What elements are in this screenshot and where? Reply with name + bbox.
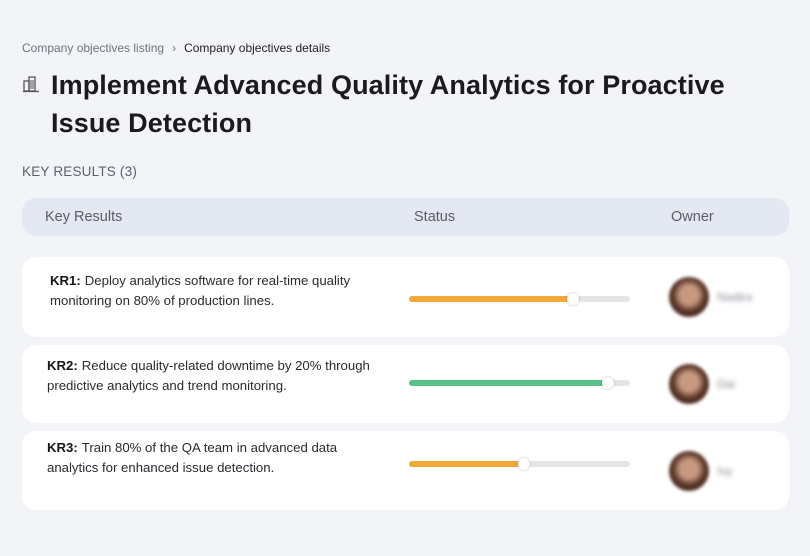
key-result-row-3[interactable]: KR3: Train 80% of the QA team in advanced… — [22, 431, 789, 510]
breadcrumb-separator: › — [172, 41, 177, 55]
key-result-text: Reduce quality-related downtime by 20% t… — [47, 358, 370, 393]
progress-fill — [409, 461, 524, 467]
progress-bar — [409, 458, 630, 470]
owner[interactable]: Nadira — [669, 277, 752, 317]
owner[interactable]: Dai — [669, 364, 735, 404]
column-header-key-results: Key Results — [45, 209, 123, 225]
progress-fill — [409, 296, 573, 302]
key-results-count-label: KEY RESULTS (3) — [22, 164, 138, 179]
progress-bar — [409, 377, 630, 389]
column-header-owner: Owner — [671, 209, 714, 225]
progress-knob — [601, 377, 614, 389]
owner-name: Nadira — [717, 290, 753, 304]
breadcrumb: Company objectives listing › Company obj… — [22, 41, 330, 55]
key-result-code: KR1: — [50, 273, 81, 288]
progress-knob — [566, 293, 579, 305]
avatar — [669, 364, 709, 404]
owner-name: Dai — [717, 377, 736, 391]
progress-bar — [409, 293, 630, 305]
key-result-text: Train 80% of the QA team in advanced dat… — [47, 440, 338, 475]
page-title: Implement Advanced Quality Analytics for… — [51, 70, 725, 138]
avatar — [669, 451, 709, 491]
progress-fill — [409, 380, 608, 386]
progress-knob — [517, 458, 530, 470]
key-results-table-header: Key Results Status Owner — [22, 198, 789, 236]
avatar — [669, 277, 709, 317]
key-result-description: KR3: Train 80% of the QA team in advanced… — [47, 438, 377, 478]
key-result-row-2[interactable]: KR2: Reduce quality-related downtime by 2… — [22, 345, 789, 423]
breadcrumb-current: Company objectives details — [184, 41, 331, 55]
key-result-code: KR2: — [47, 358, 78, 373]
key-result-description: KR2: Reduce quality-related downtime by 2… — [47, 356, 377, 396]
owner-name: Ivy — [717, 464, 733, 478]
key-result-code: KR3: — [47, 440, 78, 455]
building-icon — [22, 75, 44, 142]
owner[interactable]: Ivy — [669, 451, 732, 491]
key-result-text: Deploy analytics software for real-time … — [50, 273, 351, 308]
key-result-description: KR1: Deploy analytics software for real-t… — [50, 271, 380, 311]
key-result-row-1[interactable]: KR1: Deploy analytics software for real-t… — [22, 257, 789, 337]
title-row: Implement Advanced Quality Analytics for… — [22, 66, 782, 142]
breadcrumb-link-objectives-listing[interactable]: Company objectives listing — [22, 41, 164, 55]
column-header-status: Status — [414, 209, 456, 225]
